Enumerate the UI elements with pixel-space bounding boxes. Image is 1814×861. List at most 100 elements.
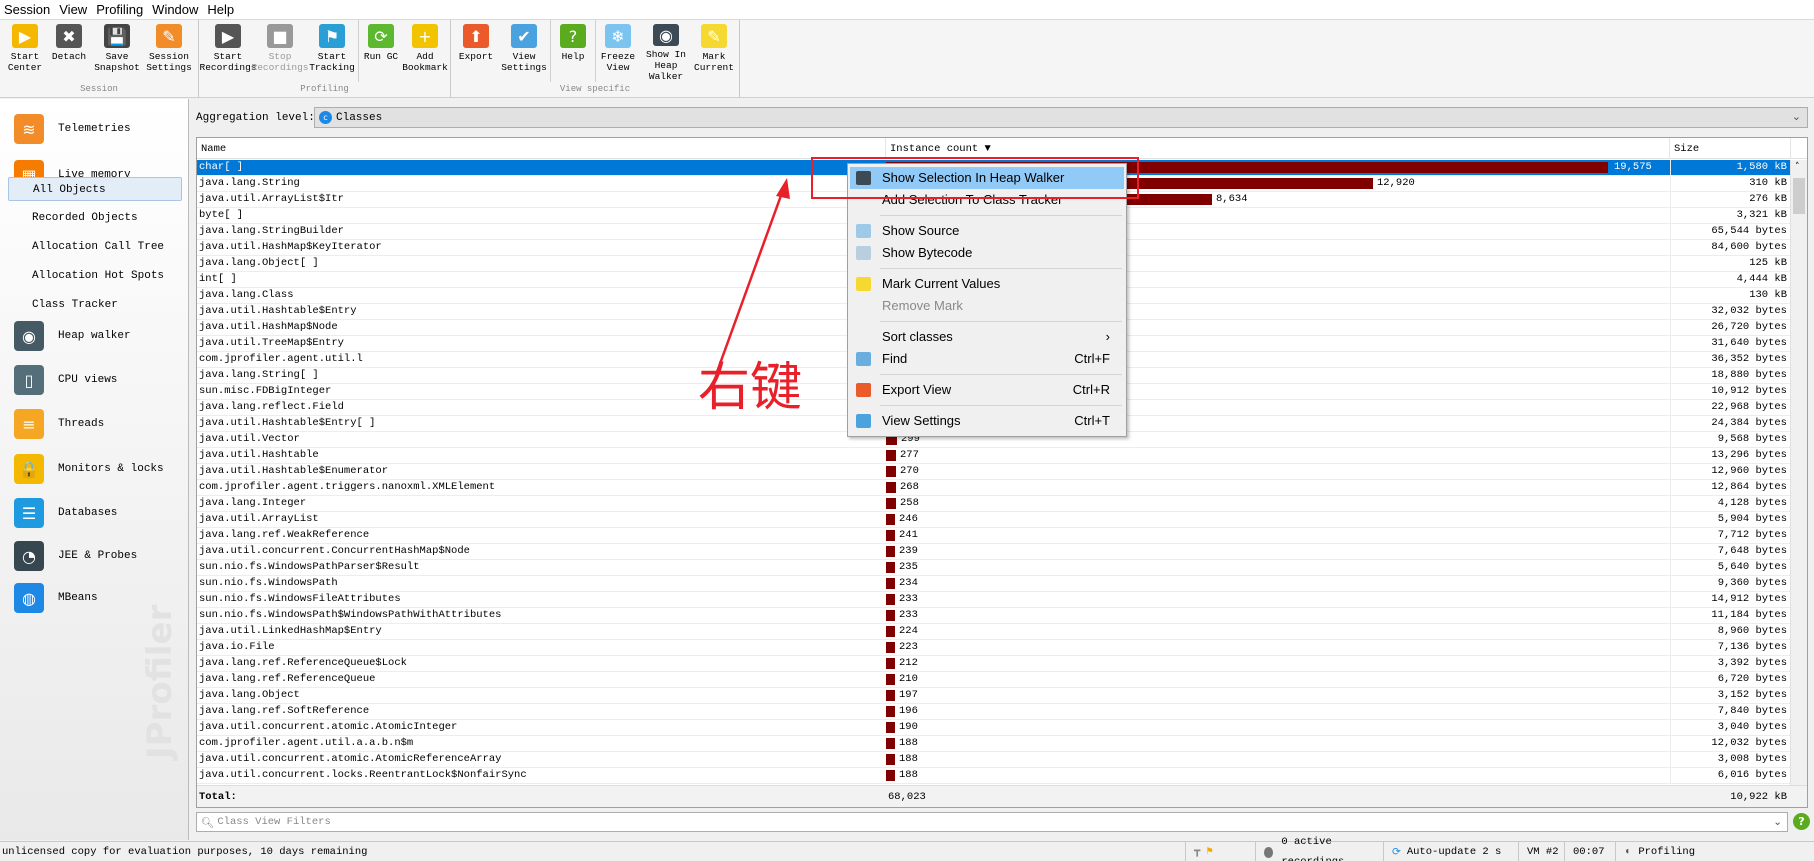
column-divider bbox=[1670, 576, 1671, 591]
table-row[interactable]: java.lang.ref.ReferenceQueue$Lock 212 3,39… bbox=[197, 656, 1791, 672]
databases-icon: ☰ bbox=[14, 498, 44, 528]
sidebar-subitem-allocation-hot-spots[interactable]: Allocation Hot Spots bbox=[8, 264, 182, 288]
run-gc-icon: ⟳ bbox=[368, 24, 394, 48]
toolbar-group-session: ▶ Start Center ✖ Detach 💾 Save Snapshot ✎ Sessi… bbox=[0, 20, 199, 97]
menu-item-show-source[interactable]: Show Source bbox=[850, 220, 1124, 242]
table-row[interactable]: java.lang.ref.SoftReference 196 7,840 byte… bbox=[197, 704, 1791, 720]
scrollbar-thumb[interactable] bbox=[1793, 178, 1805, 214]
menu-session[interactable]: Session bbox=[0, 2, 55, 17]
help-icon[interactable]: ? bbox=[1793, 813, 1810, 830]
sidebar-item-threads[interactable]: ≡ Threads bbox=[14, 409, 104, 439]
menu-item-find[interactable]: Find Ctrl+F bbox=[850, 348, 1124, 370]
size-value: 13,296 bytes bbox=[1711, 449, 1787, 461]
help-button[interactable]: ? Help bbox=[551, 20, 595, 82]
column-divider bbox=[1670, 720, 1671, 735]
sidebar-item-heap-walker[interactable]: ◉ Heap walker bbox=[14, 321, 131, 351]
table-row[interactable]: java.lang.ref.WeakReference 241 7,712 byte… bbox=[197, 528, 1791, 544]
sidebar-subitem-class-tracker[interactable]: Class Tracker bbox=[8, 293, 182, 317]
menu-item-show-bytecode[interactable]: Show Bytecode bbox=[850, 242, 1124, 264]
class-name: sun.misc.FDBigInteger bbox=[199, 385, 332, 397]
menu-window[interactable]: Window bbox=[148, 2, 203, 17]
table-row[interactable]: sun.nio.fs.WindowsPathParser$Result 235 5,… bbox=[197, 560, 1791, 576]
show-in-heap-walker-button[interactable]: ◉ Show In Heap Walker bbox=[640, 20, 692, 82]
gauge-icon: ◔ bbox=[14, 541, 44, 571]
sidebar-item-mbeans[interactable]: ◍ MBeans bbox=[14, 583, 98, 613]
sidebar-subitem-all-objects[interactable]: All Objects bbox=[8, 177, 182, 201]
sidebar-item-databases[interactable]: ☰ Databases bbox=[14, 498, 117, 528]
export-button[interactable]: ⬆ Export bbox=[454, 20, 498, 82]
class-name: java.lang.Object[ ] bbox=[199, 257, 319, 269]
table-row[interactable]: java.util.ArrayList 246 5,904 bytes bbox=[197, 512, 1791, 528]
sidebar-item-telemetries[interactable]: ≋ Telemetries bbox=[14, 114, 131, 144]
auto-update-cell[interactable]: ⟳ Auto-update 2 s bbox=[1383, 842, 1518, 861]
table-row[interactable]: java.util.LinkedHashMap$Entry 224 8,960 by… bbox=[197, 624, 1791, 640]
freeze-view-button[interactable]: ❄ Freeze View bbox=[596, 20, 640, 82]
menu-item-add-selection-to-class-tracker[interactable]: Add Selection To Class Tracker bbox=[850, 189, 1124, 211]
column-divider bbox=[1670, 240, 1671, 255]
table-row[interactable]: java.util.concurrent.atomic.AtomicRefere… bbox=[197, 752, 1791, 768]
view-settings-button[interactable]: ✔ View Settings bbox=[498, 20, 550, 82]
sidebar-item-monitors-locks[interactable]: 🔒 Monitors & locks bbox=[14, 454, 164, 484]
table-row[interactable]: com.jprofiler.agent.util.a.a.b.n$m 188 12,… bbox=[197, 736, 1791, 752]
menu-item-view-settings[interactable]: View Settings Ctrl+T bbox=[850, 410, 1124, 432]
menu-separator bbox=[880, 374, 1122, 375]
instance-count-bar bbox=[886, 658, 895, 669]
start-recordings-button[interactable]: ▶ Start Recordings bbox=[200, 20, 257, 82]
table-row[interactable]: sun.nio.fs.WindowsPath$WindowsPathWithAt… bbox=[197, 608, 1791, 624]
table-row[interactable]: java.util.Hashtable$Enumerator 270 12,960 … bbox=[197, 464, 1791, 480]
run-gc-button[interactable]: ⟳ Run GC bbox=[359, 20, 403, 82]
menu-profiling[interactable]: Profiling bbox=[92, 2, 148, 17]
aggregation-level-select[interactable]: c Classes ⌄ bbox=[314, 107, 1808, 128]
column-header-name[interactable]: Name bbox=[197, 138, 886, 159]
table-row[interactable]: java.util.concurrent.locks.ReentrantLock… bbox=[197, 768, 1791, 784]
table-row[interactable]: java.util.concurrent.atomic.AtomicIntege… bbox=[197, 720, 1791, 736]
button-label: Run GC bbox=[363, 51, 399, 62]
chevron-down-icon[interactable]: ⌄ bbox=[1773, 816, 1782, 828]
menu-item-show-selection-in-heap-walker[interactable]: Show Selection In Heap Walker bbox=[850, 167, 1124, 189]
sidebar-item-cpu-views[interactable]: ▯ CPU views bbox=[14, 365, 117, 395]
instance-count: 235 bbox=[899, 561, 918, 573]
table-row[interactable]: com.jprofiler.agent.triggers.nanoxml.XML… bbox=[197, 480, 1791, 496]
table-row[interactable]: java.lang.Integer 258 4,128 bytes bbox=[197, 496, 1791, 512]
size-value: 4,444 kB bbox=[1736, 273, 1787, 285]
add-bookmark-button[interactable]: + Add Bookmark bbox=[402, 20, 448, 82]
menu-help[interactable]: Help bbox=[203, 2, 239, 17]
table-row[interactable]: java.util.Hashtable 277 13,296 bytes bbox=[197, 448, 1791, 464]
table-row[interactable]: java.util.concurrent.ConcurrentHashMap$N… bbox=[197, 544, 1791, 560]
start-tracking-button[interactable]: ⚑ Start Tracking bbox=[306, 20, 358, 82]
save-snapshot-button[interactable]: 💾 Save Snapshot bbox=[91, 20, 143, 82]
column-divider bbox=[1670, 512, 1671, 527]
menu-item-export-view[interactable]: Export View Ctrl+R bbox=[850, 379, 1124, 401]
table-row[interactable]: java.lang.Object 197 3,152 bytes bbox=[197, 688, 1791, 704]
pin-icon[interactable]: ┳ bbox=[1194, 842, 1200, 861]
button-label: Mark Current bbox=[694, 51, 734, 73]
table-row[interactable]: java.lang.ref.ReferenceQueue 210 6,720 byt… bbox=[197, 672, 1791, 688]
threads-icon: ≡ bbox=[14, 409, 44, 439]
sidebar-subitem-recorded-objects[interactable]: Recorded Objects bbox=[8, 206, 182, 230]
column-header-instance-count[interactable]: Instance count ▼ bbox=[886, 138, 1670, 159]
vertical-scrollbar[interactable]: ˄ bbox=[1790, 160, 1807, 786]
table-row[interactable]: sun.nio.fs.WindowsPath 234 9,360 bytes bbox=[197, 576, 1791, 592]
column-divider bbox=[1670, 368, 1671, 383]
size-value: 6,720 bytes bbox=[1717, 673, 1787, 685]
column-header-size[interactable]: Size bbox=[1670, 138, 1791, 159]
table-row[interactable]: java.io.File 223 7,136 bytes bbox=[197, 640, 1791, 656]
flag-icon[interactable]: ⚑ bbox=[1206, 842, 1212, 861]
chevron-right-icon: › bbox=[1105, 329, 1110, 344]
detach-button[interactable]: ✖ Detach bbox=[47, 20, 91, 82]
sidebar-item-label: Databases bbox=[58, 507, 118, 519]
menu-item-mark-current-values[interactable]: Mark Current Values bbox=[850, 273, 1124, 295]
start-center-button[interactable]: ▶ Start Center bbox=[3, 20, 47, 82]
session-settings-button[interactable]: ✎ Session Settings bbox=[143, 20, 195, 82]
column-divider bbox=[1670, 656, 1671, 671]
menu-item-sort-classes[interactable]: Sort classes › bbox=[850, 326, 1124, 348]
sidebar-item-jee-probes[interactable]: ◔ JEE & Probes bbox=[14, 541, 137, 571]
size-value: 84,600 bytes bbox=[1711, 241, 1787, 253]
mark-current-button[interactable]: ✎ Mark Current bbox=[692, 20, 736, 82]
scroll-up-icon[interactable]: ˄ bbox=[1795, 162, 1800, 172]
class-view-filter-input[interactable]: 🔍︎ Class View Filters ⌄ bbox=[196, 812, 1788, 832]
table-row[interactable]: sun.nio.fs.WindowsFileAttributes 233 14,91… bbox=[197, 592, 1791, 608]
sidebar-subitem-allocation-call-tree[interactable]: Allocation Call Tree bbox=[8, 235, 182, 259]
menu-view[interactable]: View bbox=[55, 2, 92, 17]
sidebar-item-label: Threads bbox=[58, 418, 105, 430]
